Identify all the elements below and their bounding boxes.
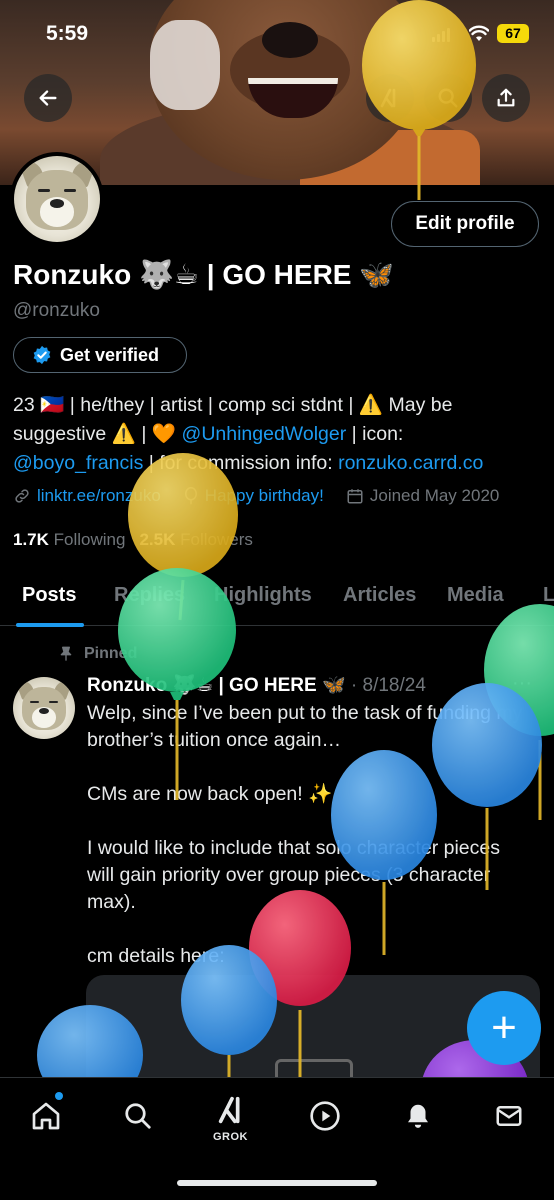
post-more-button[interactable]: ··· <box>512 672 532 695</box>
grok-button[interactable] <box>366 74 414 122</box>
birthday-item: Happy birthday! <box>183 486 324 506</box>
post-paragraph: cm details here: <box>87 945 225 967</box>
back-arrow-icon <box>39 90 57 106</box>
back-button[interactable] <box>24 74 72 122</box>
joined-item: Joined May 2020 <box>346 486 499 506</box>
tab-posts[interactable]: Posts <box>22 584 76 607</box>
avatar-image <box>14 156 100 242</box>
post-paragraph: CMs are now back open! ✨ <box>87 783 333 805</box>
bio-line: @boyo_francis | for commission info: ron… <box>13 452 484 474</box>
grok-label: GROK <box>213 1131 248 1143</box>
home-indicator <box>177 1180 377 1186</box>
active-tab-indicator <box>16 623 84 627</box>
play-icon <box>310 1101 340 1131</box>
search-icon <box>125 1103 151 1129</box>
follow-stats: 1.7K Following 2.5K Followers <box>13 530 253 550</box>
bio-website-link[interactable]: ronzuko.carrd.co <box>338 452 483 474</box>
post-header: Ronzuko 🐺☕ | GO HERE 🦋 · 8/18/24 <box>87 673 426 697</box>
pin-icon <box>60 646 72 661</box>
notification-dot <box>55 1092 63 1100</box>
profile-avatar[interactable] <box>10 152 104 246</box>
profile-tabs: Posts Replies Highlights Articles Media … <box>0 570 554 627</box>
joined-label: Joined May 2020 <box>369 486 500 505</box>
post-text[interactable]: Welp, since I’ve been put to the task of… <box>87 700 527 997</box>
profile-handle: @ronzuko <box>13 300 100 321</box>
home-icon <box>32 1102 60 1130</box>
tab-media[interactable]: Media <box>447 584 504 607</box>
wifi-icon <box>469 25 489 41</box>
balloon-icon <box>184 487 197 505</box>
grok-icon <box>380 88 396 108</box>
post-date[interactable]: · 8/18/24 <box>351 675 426 696</box>
search-button[interactable] <box>424 74 472 122</box>
nav-notifications[interactable] <box>398 1096 438 1136</box>
birthday-label: Happy birthday! <box>204 486 324 505</box>
edit-profile-button[interactable]: Edit profile <box>391 201 539 247</box>
post-author-name[interactable]: Ronzuko 🐺☕ | GO HERE 🦋 <box>87 675 346 696</box>
status-bar: 5:59 67 <box>0 0 554 70</box>
nav-search[interactable] <box>118 1096 158 1136</box>
tab-highlights[interactable]: Highlights <box>214 584 312 607</box>
pinned-label: Pinned <box>84 645 138 662</box>
share-icon <box>497 88 515 107</box>
nav-video[interactable] <box>305 1096 345 1136</box>
nav-home[interactable] <box>26 1096 66 1136</box>
nav-grok[interactable] <box>212 1090 252 1130</box>
tab-replies[interactable]: Replies <box>114 584 185 607</box>
post-author-avatar[interactable] <box>13 677 75 739</box>
bio-line: suggestive ⚠️ | 🧡 @UnhingedWolger | icon… <box>13 423 404 445</box>
status-time: 5:59 <box>46 22 89 45</box>
profile-bio: 23 🇵🇭 | he/they | artist | comp sci stdn… <box>13 391 543 478</box>
battery-indicator: 67 <box>497 24 529 43</box>
search-icon <box>438 88 458 108</box>
verified-badge-icon <box>33 345 51 365</box>
compose-post-button[interactable]: + <box>467 991 541 1065</box>
grok-icon <box>218 1096 240 1124</box>
profile-meta: linktr.ee/ronzuko Happy birthday! Joined… <box>13 486 499 506</box>
calendar-icon <box>347 489 363 504</box>
bio-line: 23 🇵🇭 | he/they | artist | comp sci stdn… <box>13 394 453 416</box>
tab-likes[interactable]: L <box>543 584 554 607</box>
followers-count[interactable]: 2.5K Followers <box>139 530 252 550</box>
get-verified-label: Get verified <box>60 344 160 365</box>
post-paragraph: Welp, since I’ve been put to the task of… <box>87 702 523 751</box>
display-name: Ronzuko 🐺☕ | GO HERE 🦋 <box>13 259 395 290</box>
following-count[interactable]: 1.7K Following <box>13 530 125 550</box>
link-icon <box>15 489 29 503</box>
get-verified-button[interactable]: Get verified <box>13 337 187 373</box>
post-paragraph: I would like to include that solo charac… <box>87 837 500 913</box>
tab-articles[interactable]: Articles <box>343 584 416 607</box>
pinned-indicator: Pinned <box>58 645 137 663</box>
nav-messages[interactable] <box>489 1096 529 1136</box>
bell-icon <box>408 1104 428 1128</box>
profile-link[interactable]: linktr.ee/ronzuko <box>37 486 161 506</box>
share-button[interactable] <box>482 74 530 122</box>
mail-icon <box>496 1106 522 1126</box>
profile-link-item[interactable]: linktr.ee/ronzuko <box>13 486 161 506</box>
mention-link[interactable]: @boyo_francis <box>13 452 143 474</box>
mention-link[interactable]: @UnhingedWolger <box>182 423 347 445</box>
cellular-signal-icon <box>432 28 450 42</box>
